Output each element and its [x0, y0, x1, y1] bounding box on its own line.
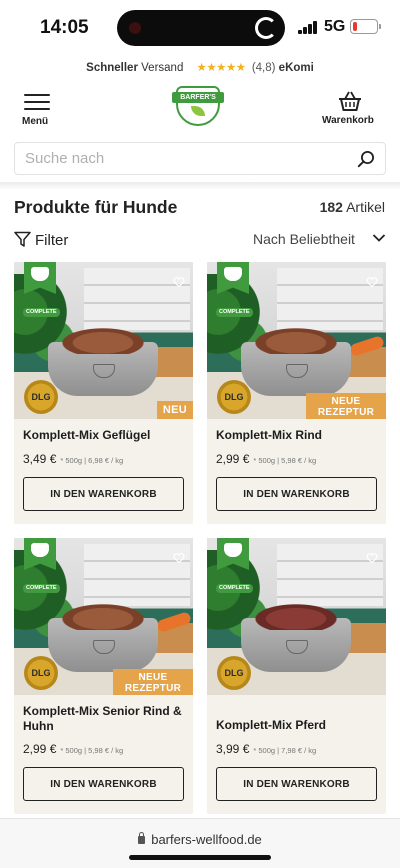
shipping-bold-text: Schneller [86, 62, 138, 74]
dlg-seal-icon: DLG [217, 380, 251, 414]
sort-label: Nach Beliebtheit [253, 231, 355, 247]
network-type: 5G [324, 18, 346, 35]
article-count-label: Artikel [346, 199, 385, 215]
article-count-number: 182 [319, 199, 343, 215]
cart-label: Warenkorb [322, 115, 374, 126]
base-price: * 500g | 5,98 € / kg [253, 456, 317, 465]
product-card[interactable]: COMPLETE DLG NEUE REZEPTUR Komplett-Mix … [14, 538, 193, 814]
wishlist-icon[interactable] [366, 276, 378, 288]
chevron-down-icon [372, 234, 386, 242]
filter-button[interactable]: Filter [14, 229, 94, 251]
wishlist-icon[interactable] [173, 276, 185, 288]
rating-provider: eKomi [278, 62, 314, 74]
new-recipe-tag-text: NEUE REZEPTUR [317, 396, 375, 418]
complete-tag: COMPLETE [23, 584, 60, 593]
url-text: barfers-wellfood.de [151, 832, 262, 847]
dlg-seal-icon: DLG [24, 380, 58, 414]
base-price: * 500g | 5,98 € / kg [60, 746, 124, 755]
signal-icon [298, 21, 318, 34]
base-price: * 500g | 6,98 € / kg [60, 456, 124, 465]
search-bar [14, 142, 386, 175]
funnel-icon [14, 231, 31, 247]
logo-text: BARFER'S [172, 92, 224, 103]
add-to-cart-button[interactable]: IN DEN WARENKORB [216, 767, 377, 801]
wishlist-icon[interactable] [366, 552, 378, 564]
basket-icon [339, 91, 361, 111]
product-price: 3,99 € [216, 742, 250, 756]
loading-spinner-icon [255, 17, 277, 39]
camera-dot-icon [129, 22, 141, 34]
rating-value: (4,8) [251, 62, 276, 74]
new-recipe-tag: NEUE REZEPTUR [306, 393, 386, 419]
product-name[interactable]: Komplett-Mix Senior Rind & Huhn [23, 704, 188, 734]
wishlist-icon[interactable] [173, 552, 185, 564]
brand-logo[interactable]: BARFER'S [172, 84, 224, 128]
page-title: Produkte für Hunde [14, 197, 178, 217]
menu-button[interactable]: Menü [22, 94, 54, 128]
product-card[interactable]: COMPLETE DLG NEUE REZEPTUR Komplett-Mix … [207, 262, 386, 524]
site-header: Menü BARFER'S Warenkorb [0, 82, 400, 132]
filter-label: Filter [35, 232, 69, 249]
new-recipe-tag: NEUE REZEPTUR [113, 669, 193, 695]
add-to-cart-button[interactable]: IN DEN WARENKORB [23, 477, 184, 511]
product-price: 2,99 € [23, 742, 57, 756]
status-bar: 14:05 5G [0, 0, 400, 56]
complete-tag: COMPLETE [23, 308, 60, 317]
product-image[interactable]: COMPLETE DLG NEU [14, 262, 193, 419]
complete-tag: COMPLETE [216, 584, 253, 593]
new-tag: NEU [156, 401, 193, 419]
hamburger-icon [24, 94, 50, 112]
product-price-row: 3,99 € * 500g | 7,98 € / kg [216, 742, 316, 756]
base-price: * 500g | 7,98 € / kg [253, 746, 317, 755]
new-recipe-tag-text: NEUE REZEPTUR [124, 672, 182, 694]
product-image[interactable]: COMPLETE DLG [207, 538, 386, 695]
product-price-row: 2,99 € * 500g | 5,98 € / kg [23, 742, 123, 756]
status-time: 14:05 [40, 17, 89, 38]
product-image[interactable]: COMPLETE DLG NEUE REZEPTUR [207, 262, 386, 419]
product-price: 3,49 € [23, 452, 57, 466]
complete-tag: COMPLETE [216, 308, 253, 317]
product-price: 2,99 € [216, 452, 250, 466]
dynamic-island [117, 10, 285, 46]
shipping-info-bar: Schneller Versand ★★★★★ (4,8) eKomi [0, 60, 400, 80]
add-to-cart-button[interactable]: IN DEN WARENKORB [216, 477, 377, 511]
search-icon[interactable] [357, 150, 375, 168]
product-price-row: 2,99 € * 500g | 5,98 € / kg [216, 452, 316, 466]
product-price-row: 3,49 € * 500g | 6,98 € / kg [23, 452, 123, 466]
lock-icon [138, 832, 146, 844]
product-name[interactable]: Komplett-Mix Pferd [216, 718, 381, 733]
product-card[interactable]: COMPLETE DLG Komplett-Mix Pferd 3,99 € * … [207, 538, 386, 814]
add-to-cart-button[interactable]: IN DEN WARENKORB [23, 767, 184, 801]
article-count: 182 Artikel [320, 199, 385, 215]
search-input[interactable] [15, 143, 345, 174]
browser-address-bar[interactable]: barfers-wellfood.de [0, 818, 400, 868]
product-name[interactable]: Komplett-Mix Geflügel [23, 428, 188, 443]
shipping-text: Versand [141, 62, 184, 74]
dlg-seal-icon: DLG [217, 656, 251, 690]
product-name[interactable]: Komplett-Mix Rind [216, 428, 381, 443]
sort-dropdown[interactable]: Nach Beliebtheit [253, 229, 388, 251]
rating-stars-icon: ★★★★★ [196, 62, 247, 74]
product-image[interactable]: COMPLETE DLG NEUE REZEPTUR [14, 538, 193, 695]
product-card[interactable]: COMPLETE DLG NEU Komplett-Mix Geflügel 3… [14, 262, 193, 524]
url-display[interactable]: barfers-wellfood.de [0, 832, 400, 847]
cart-button[interactable]: Warenkorb [320, 90, 380, 130]
battery-icon [350, 19, 381, 34]
home-indicator[interactable] [129, 855, 271, 860]
header-divider [0, 182, 400, 190]
menu-label: Menü [22, 116, 49, 127]
dlg-seal-icon: DLG [24, 656, 58, 690]
